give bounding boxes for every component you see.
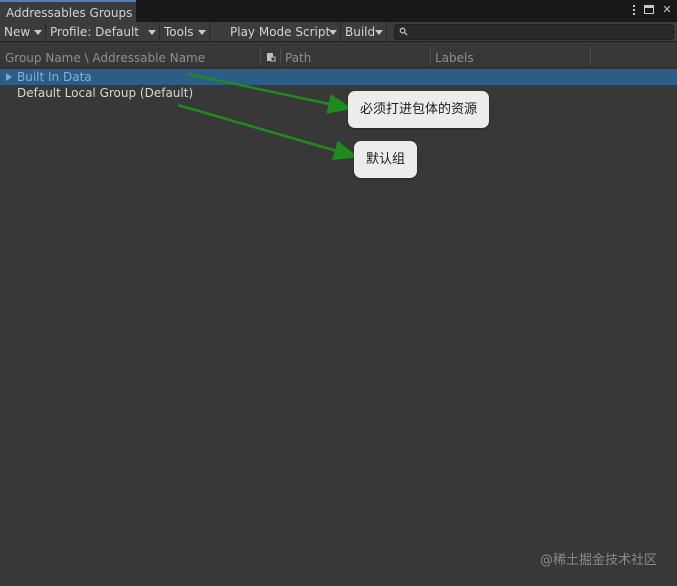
more-options-icon[interactable] xyxy=(629,3,639,17)
addressables-groups-window: Addressables Groups ✕ New Profile: Defau… xyxy=(0,0,677,586)
maximize-icon xyxy=(644,5,654,14)
chevron-down-icon xyxy=(198,30,206,35)
chevron-down-icon xyxy=(329,30,337,35)
new-label: New xyxy=(4,25,31,39)
annotation-default-note: 默认组 xyxy=(354,141,418,178)
search-icon xyxy=(399,27,408,36)
column-path[interactable]: Path xyxy=(285,51,311,65)
column-divider[interactable] xyxy=(590,47,591,65)
column-divider[interactable] xyxy=(280,47,281,65)
foldout-arrow-icon[interactable] xyxy=(6,73,12,81)
play-mode-script-dropdown[interactable]: Play Mode Script xyxy=(226,23,341,41)
tab-title: Addressables Groups xyxy=(6,6,133,20)
tab-addressables-groups[interactable]: Addressables Groups xyxy=(0,0,136,22)
maximize-button[interactable] xyxy=(644,3,656,17)
search-field[interactable] xyxy=(394,24,674,40)
column-divider[interactable] xyxy=(260,47,261,65)
toolbar: New Profile: Default Tools Play Mode Scr… xyxy=(0,22,677,42)
group-label: Default Local Group (Default) xyxy=(17,86,194,100)
tools-dropdown[interactable]: Tools xyxy=(160,23,210,41)
chevron-down-icon xyxy=(375,30,383,35)
build-label: Build xyxy=(345,25,376,39)
arrow-to-default-group xyxy=(177,103,359,161)
tab-bar: Addressables Groups ✕ xyxy=(0,0,677,22)
group-row-built-in-data[interactable]: Built In Data xyxy=(0,69,677,85)
column-group-name[interactable]: Group Name \ Addressable Name xyxy=(5,51,205,65)
play-mode-label: Play Mode Script xyxy=(230,25,331,39)
watermark: @稀土掘金技术社区 xyxy=(539,553,657,568)
annotation-builtin-note: 必须打进包体的资源 xyxy=(348,91,490,128)
asset-type-icon xyxy=(267,53,276,62)
profile-dropdown[interactable]: Profile: Default xyxy=(46,23,160,41)
column-labels[interactable]: Labels xyxy=(435,51,474,65)
tools-label: Tools xyxy=(164,25,194,39)
column-header: Group Name \ Addressable Name Path Label… xyxy=(0,43,677,68)
close-icon: ✕ xyxy=(662,3,672,16)
new-dropdown[interactable]: New xyxy=(0,23,46,41)
group-label: Built In Data xyxy=(17,70,92,84)
chevron-down-icon xyxy=(34,30,42,35)
column-divider[interactable] xyxy=(430,47,431,65)
chevron-down-icon xyxy=(148,30,156,35)
build-dropdown[interactable]: Build xyxy=(341,23,387,41)
group-row-default-local[interactable]: Default Local Group (Default) xyxy=(0,85,677,101)
window-controls: ✕ xyxy=(629,3,673,17)
profile-label: Profile: Default xyxy=(50,25,140,39)
close-button[interactable]: ✕ xyxy=(661,3,673,17)
